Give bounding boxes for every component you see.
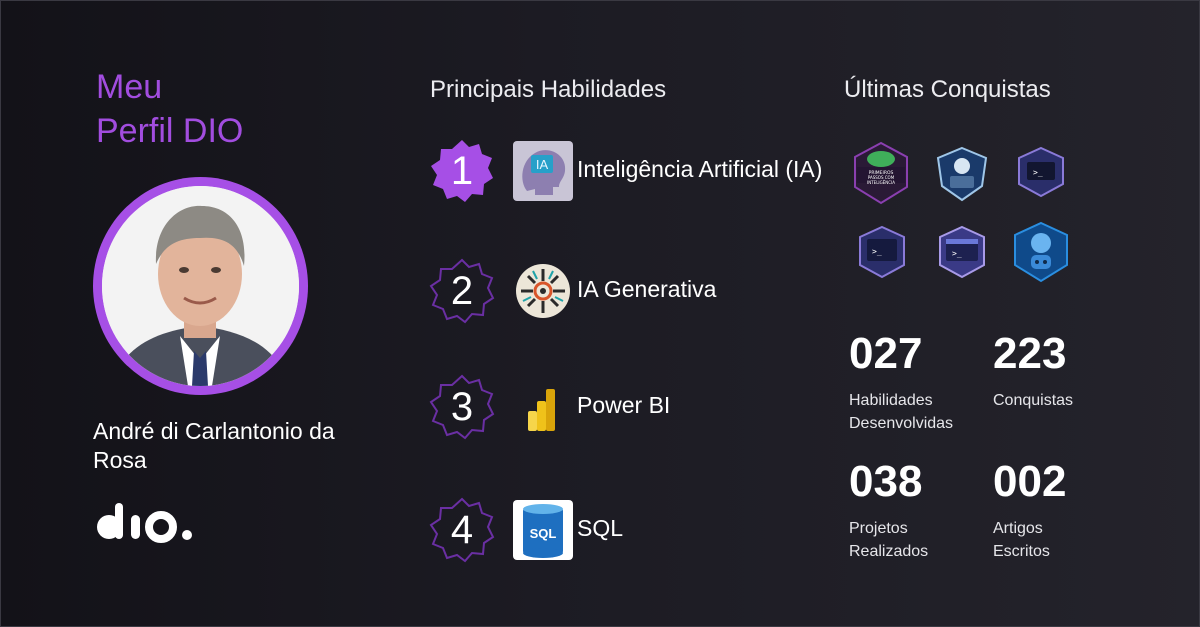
skills-heading: Principais Habilidades — [430, 76, 667, 103]
terminal-window-badge-icon[interactable]: >_ — [854, 223, 914, 287]
title-line-2: Perfil DIO — [96, 112, 244, 150]
rank-badge-3: 3 — [429, 374, 495, 440]
primeiros-passos-ia-badge-icon[interactable]: PRIMEIROS PASSOS COM INTELIGÊNCIA — [851, 141, 911, 205]
skill-name-1: Inteligência Artificial (IA) — [577, 156, 823, 182]
terminal-badge-icon[interactable]: >_ — [1013, 144, 1073, 208]
profile-card: Meu Perfil DIO André di Carlantonio da R… — [0, 0, 1200, 627]
avatar — [102, 186, 299, 386]
skill-item-4[interactable]: 4 SQL SQL — [429, 497, 859, 567]
rank-number-2: 2 — [450, 269, 474, 313]
skill-name-3: Power BI — [577, 392, 671, 418]
achievements-heading: Últimas Conquistas — [844, 76, 1051, 103]
power-bi-logo-icon — [513, 377, 573, 437]
sql-logo-icon: SQL — [513, 500, 573, 560]
robot-laptop-badge-icon[interactable] — [932, 144, 992, 208]
stat-label: Conquistas — [993, 392, 1074, 409]
avatar-photo — [102, 186, 299, 386]
skill-item-2[interactable]: 2 IA Generativa — [429, 258, 859, 328]
title-line-1: Meu — [96, 68, 163, 106]
svg-text:>_: >_ — [1033, 168, 1043, 177]
page-title: Meu Perfil DIO — [96, 65, 243, 153]
svg-text:>_: >_ — [872, 247, 882, 256]
skill-item-1[interactable]: 1 IA Inteligência Artificial (IA) — [429, 138, 859, 208]
skill-item-3[interactable]: 3 Power BI — [429, 374, 859, 444]
avatar-ring — [93, 177, 308, 395]
stat-projetos: 038 Projetos Realizados — [849, 457, 989, 563]
stat-label: Projetos Realizados — [849, 520, 929, 560]
stat-value: 223 — [993, 329, 1067, 378]
stat-conquistas: 223 Conquistas — [993, 329, 1133, 412]
rank-badge-4: 4 — [429, 497, 495, 563]
dio-logo — [95, 499, 195, 548]
user-name: André di Carlantonio da Rosa — [93, 418, 335, 473]
svg-text:>_: >_ — [952, 249, 962, 258]
rank-badge-1: 1 — [429, 138, 495, 204]
rank-badge-2: 2 — [429, 258, 495, 324]
svg-text:INTELIGÊNCIA: INTELIGÊNCIA — [867, 180, 895, 185]
rank-number-3: 3 — [450, 385, 474, 429]
svg-text:IA: IA — [536, 157, 549, 172]
sql-logo-text: SQL — [530, 526, 557, 541]
skill-name-4: SQL — [577, 515, 624, 541]
skill-name-2: IA Generativa — [577, 276, 717, 302]
robot-brain-badge-icon[interactable] — [1011, 221, 1071, 285]
browser-terminal-badge-icon[interactable]: >_ — [934, 223, 994, 287]
stat-label: Habilidades Desenvolvidas — [849, 392, 954, 432]
stat-value: 038 — [849, 457, 923, 506]
stat-label: Artigos Escritos — [993, 520, 1050, 560]
stat-habilidades: 027 Habilidades Desenvolvidas — [849, 329, 989, 435]
stat-artigos: 002 Artigos Escritos — [993, 457, 1133, 563]
stat-value: 002 — [993, 457, 1067, 506]
rank-number-1: 1 — [450, 149, 474, 193]
stat-value: 027 — [849, 329, 923, 378]
rank-number-4: 4 — [450, 508, 474, 552]
generative-ai-logo-icon — [513, 261, 573, 321]
ia-logo-icon: IA — [513, 141, 573, 201]
